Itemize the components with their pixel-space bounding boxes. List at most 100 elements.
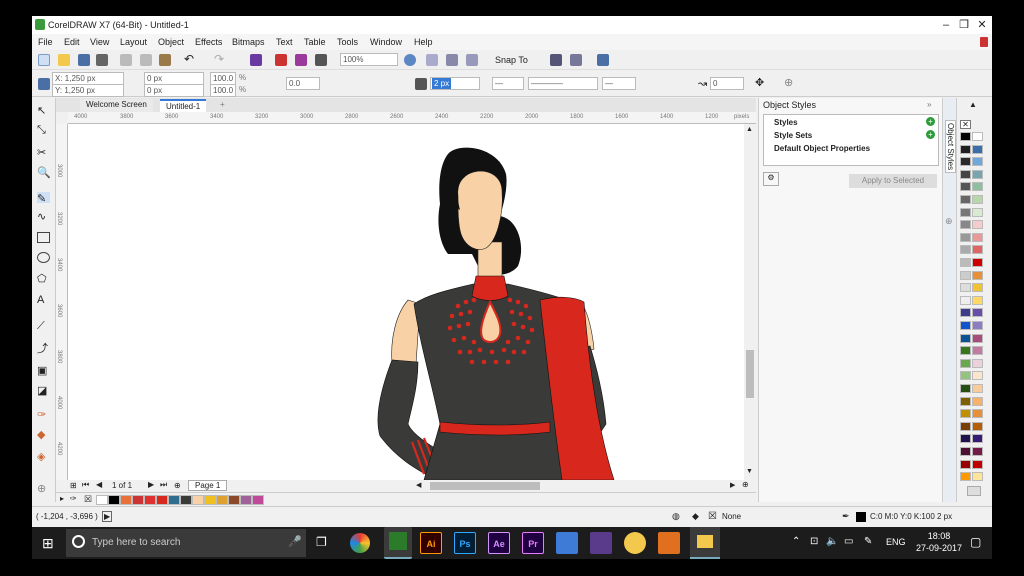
smart-fill-icon[interactable]: ◈ [37, 450, 50, 463]
menu-bitmaps[interactable]: Bitmaps [232, 37, 265, 47]
document-color-swatch[interactable] [96, 495, 108, 505]
copy-icon[interactable] [140, 54, 152, 66]
publish-pdf-icon[interactable] [315, 54, 327, 66]
transparency-icon[interactable]: ◪ [37, 384, 50, 397]
application-launcher-icon[interactable] [570, 54, 582, 66]
microphone-icon[interactable]: 🎤 [288, 535, 302, 548]
menu-window[interactable]: Window [370, 37, 402, 47]
outline-pen-icon[interactable]: ✒ [842, 511, 850, 522]
menu-tools[interactable]: Tools [337, 37, 358, 47]
palette-color-swatch[interactable] [960, 358, 971, 368]
palette-color-swatch[interactable] [972, 245, 983, 255]
apply-to-selected-button[interactable]: Apply to Selected [849, 174, 937, 188]
crop-tool-icon[interactable]: ✂ [37, 146, 50, 159]
connector-tool-icon[interactable]: ⤴ [37, 340, 50, 355]
document-color-swatch[interactable] [120, 495, 132, 505]
show-hidden-icons[interactable]: ⌃ [792, 536, 800, 547]
drop-shadow-icon[interactable]: ▣ [37, 364, 50, 377]
color-eyedropper-icon[interactable]: ✑ [37, 408, 50, 421]
taskbar-search-box[interactable]: Type here to search 🎤 [66, 529, 306, 557]
palette-color-swatch[interactable] [972, 258, 983, 267]
open-folder-icon[interactable] [58, 54, 70, 66]
palette-color-swatch[interactable] [960, 258, 971, 267]
menu-view[interactable]: View [90, 37, 109, 47]
tab-page-1[interactable]: Page 1 [188, 480, 228, 491]
palette-color-swatch[interactable] [960, 321, 971, 330]
interactive-fill-icon[interactable]: ◆ [37, 428, 50, 441]
style-options-icon[interactable]: ⚙ [763, 172, 779, 186]
scroll-right-icon[interactable]: ▶ [730, 481, 735, 489]
add-style-set-icon[interactable]: + [926, 130, 935, 139]
palette-color-swatch[interactable] [960, 169, 971, 179]
language-indicator[interactable]: ENG [886, 537, 906, 547]
document-color-swatch[interactable] [168, 495, 180, 505]
taskbar-illustrator[interactable]: Ai [420, 532, 442, 554]
document-color-swatch[interactable] [216, 495, 228, 505]
end-arrowhead-select[interactable]: — [602, 77, 636, 90]
export-icon[interactable] [295, 54, 307, 66]
fashion-illustration[interactable] [68, 124, 744, 480]
palette-color-swatch[interactable] [972, 270, 983, 280]
palette-color-swatch[interactable] [972, 333, 983, 343]
node-icon[interactable]: ↝ [698, 77, 707, 90]
menu-object[interactable]: Object [158, 37, 184, 47]
palette-menu-icon[interactable]: ▸ [60, 494, 64, 503]
palette-color-swatch[interactable] [960, 195, 971, 204]
windows-start-icon[interactable]: ⊞ [42, 535, 54, 552]
options-icon[interactable] [550, 54, 562, 66]
palette-color-swatch[interactable] [960, 245, 971, 255]
undo-icon[interactable]: ↶ [184, 52, 194, 66]
no-color-swatch[interactable]: ☒ [84, 494, 92, 505]
palette-expand-icon[interactable] [967, 486, 981, 496]
show-grid-icon[interactable] [446, 54, 458, 66]
artistic-media-icon[interactable]: ∿ [37, 210, 50, 223]
taskbar-app-yellow[interactable] [624, 532, 646, 554]
palette-color-swatch[interactable] [972, 321, 983, 330]
add-docker-icon[interactable]: ⊕ [945, 216, 953, 227]
clock-time[interactable]: 18:08 [916, 531, 962, 541]
document-color-swatch[interactable] [144, 495, 156, 505]
palette-scroll-up-icon[interactable]: ▲ [969, 100, 977, 109]
prev-page-icon[interactable]: ◀ [96, 480, 102, 489]
save-icon[interactable] [78, 54, 90, 66]
document-color-swatch[interactable] [156, 495, 168, 505]
palette-color-swatch[interactable] [972, 295, 983, 305]
full-screen-icon[interactable] [404, 54, 416, 66]
first-page-icon[interactable]: ⏮ [82, 480, 89, 490]
minimize-button[interactable]: – [936, 18, 956, 32]
show-rulers-icon[interactable] [426, 54, 438, 66]
palette-color-swatch[interactable] [960, 434, 971, 444]
tree-item-styles[interactable]: Styles [774, 118, 798, 127]
tree-item-style-sets[interactable]: Style Sets [774, 131, 812, 140]
palette-color-swatch[interactable] [972, 195, 983, 204]
line-style-select[interactable]: ———— [528, 77, 598, 90]
taskbar-app-orange[interactable] [658, 532, 680, 554]
menu-edit[interactable]: Edit [64, 37, 80, 47]
document-color-swatch[interactable] [240, 495, 252, 505]
redo-icon[interactable]: ↷ [214, 52, 224, 66]
palette-color-swatch[interactable] [960, 157, 971, 167]
rotation-angle-field[interactable]: 0.0 [286, 77, 320, 90]
zoom-level-select[interactable]: 100% [340, 53, 398, 66]
palette-color-swatch[interactable] [960, 295, 971, 305]
tab-object-styles[interactable]: Object Styles [945, 120, 956, 174]
palette-color-swatch[interactable] [972, 396, 983, 406]
polygon-tool-icon[interactable]: ⬠ [37, 272, 50, 285]
document-color-swatch[interactable] [192, 495, 204, 505]
palette-color-swatch[interactable] [960, 333, 971, 343]
palette-color-swatch[interactable] [972, 144, 983, 154]
task-view-icon[interactable]: ❐ [316, 535, 327, 549]
freehand-tool-icon[interactable]: ✎ [37, 192, 50, 205]
palette-color-swatch[interactable] [960, 459, 971, 469]
document-color-swatch[interactable] [252, 495, 264, 505]
scroll-up-icon[interactable]: ▲ [746, 126, 753, 133]
palette-color-swatch[interactable] [960, 182, 971, 192]
customize-toolbox-icon[interactable]: ⊕ [37, 482, 50, 495]
page-preset-icon[interactable] [38, 78, 50, 90]
taskbar-app-purple[interactable] [590, 532, 612, 554]
tab-untitled-1[interactable]: Untitled-1 [160, 99, 207, 112]
new-document-icon[interactable] [38, 54, 50, 66]
taskbar-file-explorer[interactable] [690, 527, 720, 559]
volume-icon[interactable]: 🔈 [826, 536, 838, 547]
collapse-docker-icon[interactable]: » [927, 100, 931, 109]
